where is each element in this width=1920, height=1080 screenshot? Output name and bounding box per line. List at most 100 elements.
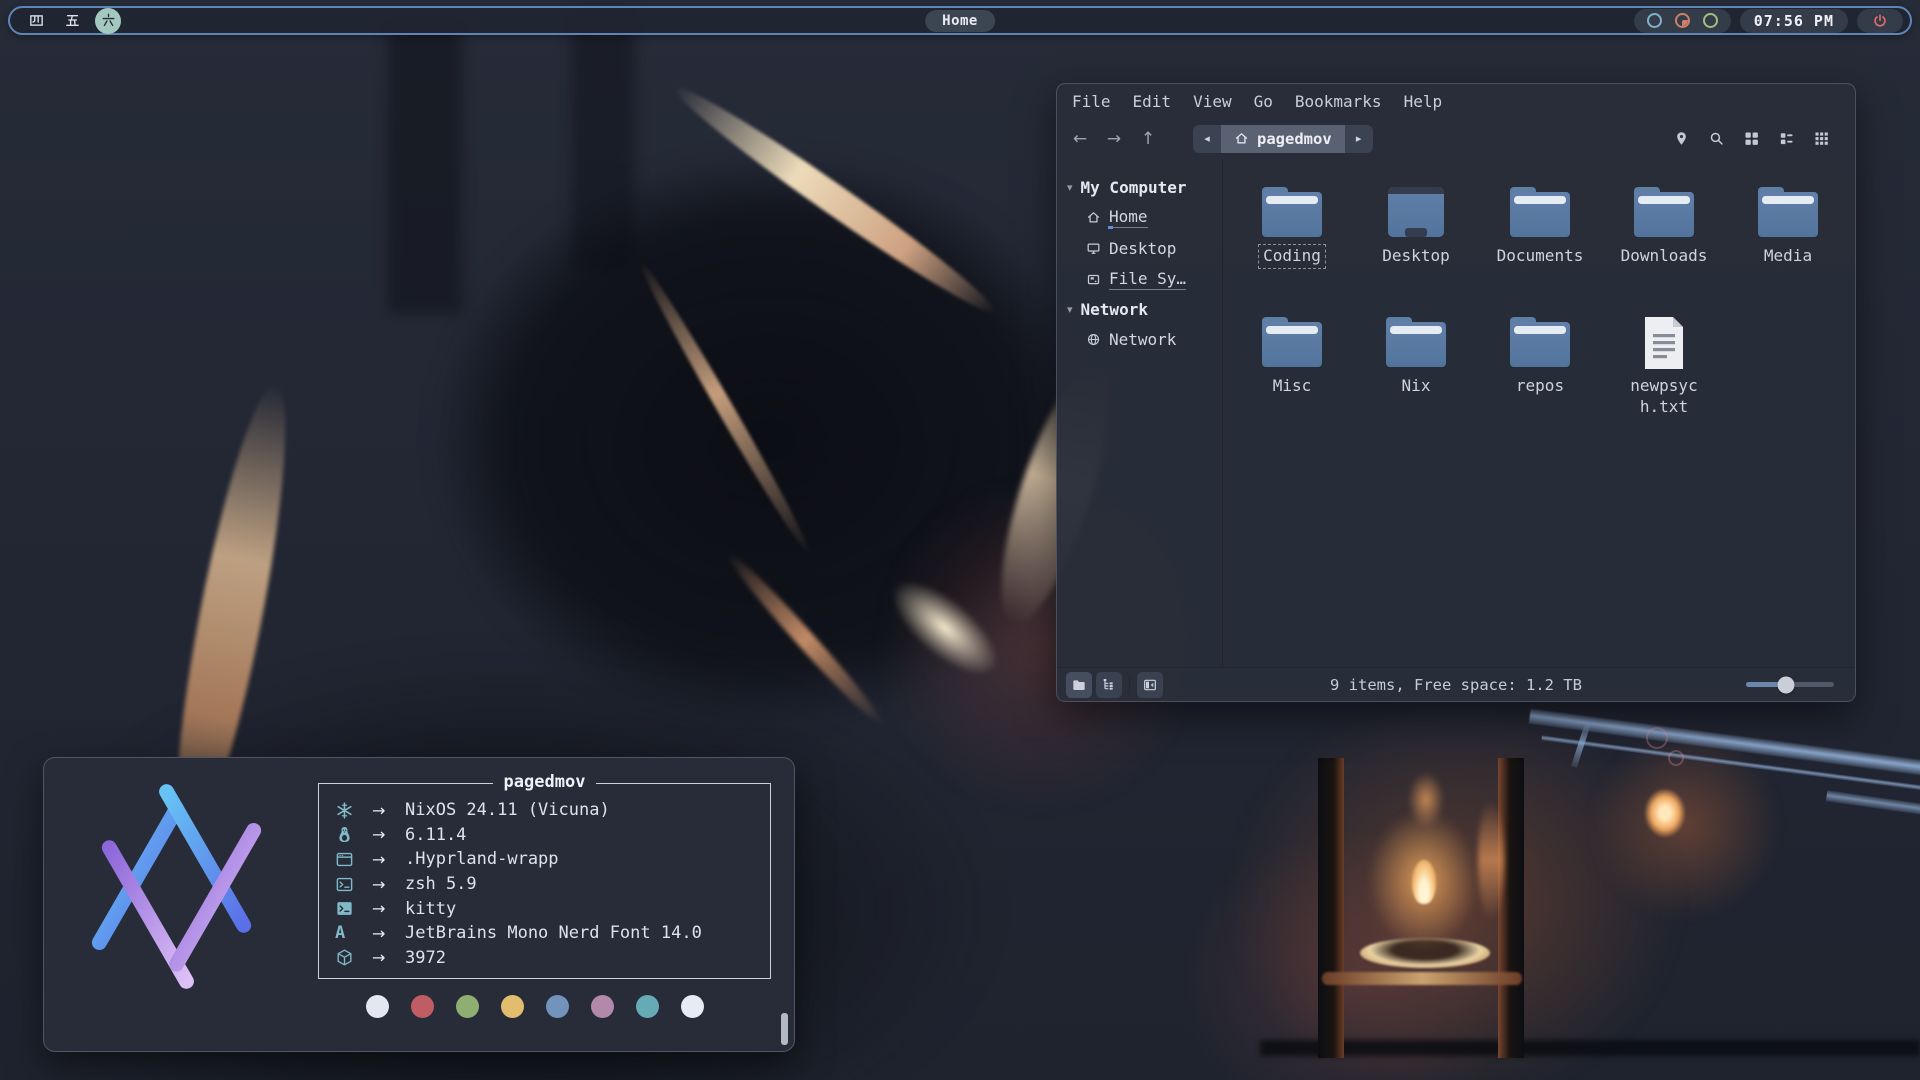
file-grid: Coding Desktop Documents Downloads Media bbox=[1223, 159, 1855, 417]
wallpaper-shape bbox=[1408, 772, 1444, 828]
workspace-button-4[interactable] bbox=[23, 8, 49, 34]
power-button[interactable] bbox=[1857, 9, 1903, 33]
file-label: Downloads bbox=[1618, 246, 1711, 267]
arrow-icon: → bbox=[372, 924, 398, 943]
nixos-logo bbox=[74, 784, 279, 989]
toggle-panel-button[interactable] bbox=[1137, 672, 1163, 698]
sidebar: ▾ My Computer Home Desktop File Sy… ▾ Ne… bbox=[1057, 159, 1223, 667]
sidebar-item-label: Network bbox=[1109, 330, 1176, 349]
file-item-newpsych-txt[interactable]: newpsych.txt bbox=[1602, 315, 1726, 418]
fetch-lines: → NixOS 24.11 (Vicuna) → 6.11.4 → .Hyprl… bbox=[319, 784, 770, 970]
toolbar-view-buttons bbox=[1667, 125, 1855, 153]
file-item-coding[interactable]: Coding bbox=[1230, 185, 1354, 267]
path-previous-button[interactable]: ◂ bbox=[1193, 125, 1221, 153]
up-button[interactable]: ↑ bbox=[1135, 126, 1161, 152]
location-button[interactable] bbox=[1667, 125, 1695, 153]
pin-icon bbox=[1673, 130, 1690, 147]
fetch-value: zsh 5.9 bbox=[405, 874, 477, 894]
palette-dot bbox=[456, 995, 479, 1018]
zoom-slider[interactable] bbox=[1746, 682, 1834, 687]
status-text: 9 items, Free space: 1.2 TB bbox=[1330, 676, 1582, 694]
terminal-scrollbar[interactable] bbox=[781, 1013, 788, 1045]
file-item-media[interactable]: Media bbox=[1726, 185, 1850, 267]
sidebar-item-label: Desktop bbox=[1109, 239, 1176, 258]
arrow-icon: → bbox=[372, 850, 398, 869]
fetch-line-os: → NixOS 24.11 (Vicuna) bbox=[335, 798, 770, 823]
search-button[interactable] bbox=[1702, 125, 1730, 153]
file-item-documents[interactable]: Documents bbox=[1478, 185, 1602, 267]
desktop-icon bbox=[1086, 241, 1101, 256]
palette-dot bbox=[411, 995, 434, 1018]
sidebar-item-label: File Sy… bbox=[1109, 269, 1186, 290]
sidebar-section-network[interactable]: ▾ Network bbox=[1057, 295, 1222, 324]
workspace-glyph-four-icon bbox=[28, 12, 45, 29]
arrow-icon: → bbox=[372, 899, 398, 918]
menu-help[interactable]: Help bbox=[1404, 92, 1443, 111]
menu-file[interactable]: File bbox=[1072, 92, 1111, 111]
sidebar-section-my-computer[interactable]: ▾ My Computer bbox=[1057, 173, 1222, 202]
wallpaper-ring bbox=[1646, 727, 1668, 749]
menu-view[interactable]: View bbox=[1193, 92, 1232, 111]
workspace-glyph-six-icon bbox=[100, 12, 117, 29]
zoom-slider-knob[interactable] bbox=[1777, 676, 1794, 693]
file-item-nix[interactable]: Nix bbox=[1354, 315, 1478, 418]
file-item-downloads[interactable]: Downloads bbox=[1602, 185, 1726, 267]
fetch-line-packages: → 3972 bbox=[335, 946, 770, 971]
file-item-misc[interactable]: Misc bbox=[1230, 315, 1354, 418]
sidebar-item-desktop[interactable]: Desktop bbox=[1057, 233, 1222, 264]
path-segment-current[interactable]: pagedmov bbox=[1221, 125, 1345, 153]
wallpaper-shape bbox=[1644, 788, 1686, 838]
file-view: Coding Desktop Documents Downloads Media bbox=[1223, 159, 1855, 667]
places-pane-button[interactable] bbox=[1066, 672, 1092, 698]
sidebar-item-network[interactable]: Network bbox=[1057, 324, 1222, 355]
drive-icon bbox=[1086, 272, 1101, 287]
package-cube-icon bbox=[335, 948, 359, 967]
menu-go[interactable]: Go bbox=[1254, 92, 1273, 111]
tux-penguin-icon bbox=[335, 825, 359, 844]
chevron-down-icon[interactable]: ▾ bbox=[1067, 181, 1073, 194]
tray-indicator-3-icon[interactable] bbox=[1703, 13, 1718, 28]
file-label: Misc bbox=[1270, 376, 1315, 397]
nix-snowflake-icon bbox=[335, 801, 359, 820]
file-manager-window: File Edit View Go Bookmarks Help ← → ↑ ◂… bbox=[1056, 83, 1856, 702]
path-segment-label: pagedmov bbox=[1257, 130, 1332, 148]
terminal-fetch-widget: pagedmov → NixOS 24.11 (Vicuna) → 6.11.4… bbox=[43, 757, 795, 1052]
compact-view-button[interactable] bbox=[1772, 125, 1800, 153]
path-next-button[interactable]: ▸ bbox=[1345, 125, 1373, 153]
arrow-icon: → bbox=[372, 825, 398, 844]
fetch-line-shell: → zsh 5.9 bbox=[335, 872, 770, 897]
icon-view-button[interactable] bbox=[1737, 125, 1765, 153]
thumbnail-view-button[interactable] bbox=[1807, 125, 1835, 153]
menu-bookmarks[interactable]: Bookmarks bbox=[1295, 92, 1382, 111]
palette-dot bbox=[546, 995, 569, 1018]
tray-indicator-2-icon[interactable] bbox=[1675, 13, 1690, 28]
grid-large-icon bbox=[1743, 130, 1760, 147]
list-compact-icon bbox=[1778, 130, 1795, 147]
directory-tree-button[interactable] bbox=[1096, 672, 1122, 698]
file-item-repos[interactable]: repos bbox=[1478, 315, 1602, 418]
fetch-value: JetBrains Mono Nerd Font 14.0 bbox=[405, 923, 702, 943]
tray-indicator-2-fill bbox=[1682, 20, 1688, 26]
menu-edit[interactable]: Edit bbox=[1133, 92, 1172, 111]
search-icon bbox=[1708, 130, 1725, 147]
arrow-icon: → bbox=[372, 948, 398, 967]
forward-button[interactable]: → bbox=[1101, 126, 1127, 152]
file-label: Nix bbox=[1399, 376, 1434, 397]
palette-dot bbox=[681, 995, 704, 1018]
tray-indicator-1-icon[interactable] bbox=[1647, 13, 1662, 28]
sidebar-item-home[interactable]: Home bbox=[1057, 202, 1222, 233]
file-item-desktop[interactable]: Desktop bbox=[1354, 185, 1478, 267]
fetch-line-terminal: → kitty bbox=[335, 896, 770, 921]
chevron-down-icon[interactable]: ▾ bbox=[1067, 303, 1073, 316]
clock: 07:56 PM bbox=[1740, 9, 1848, 33]
sidebar-item-file-system[interactable]: File Sy… bbox=[1057, 264, 1222, 295]
sidebar-section-label: Network bbox=[1081, 300, 1148, 319]
back-button[interactable]: ← bbox=[1067, 126, 1093, 152]
wallpaper-lantern bbox=[1498, 758, 1524, 1058]
sidebar-item-label: Home bbox=[1109, 207, 1148, 228]
fetch-value: kitty bbox=[405, 899, 456, 919]
workspace-button-6-active[interactable] bbox=[95, 8, 121, 34]
workspace-button-5[interactable] bbox=[59, 8, 85, 34]
top-bar: Home 07:56 PM bbox=[8, 6, 1912, 35]
fetch-hostname: pagedmov bbox=[493, 772, 597, 792]
